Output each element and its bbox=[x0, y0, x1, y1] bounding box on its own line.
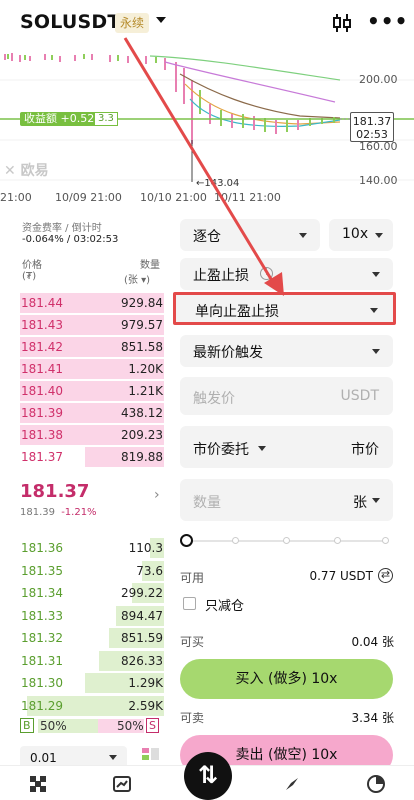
compass-icon[interactable] bbox=[282, 774, 302, 794]
bottom-nav: ⇅ bbox=[0, 752, 414, 800]
market-icon[interactable] bbox=[28, 774, 48, 794]
trade-icon[interactable]: ⇅ bbox=[184, 752, 232, 800]
annotation-arrow bbox=[123, 37, 284, 296]
chart-icon[interactable] bbox=[112, 774, 132, 794]
assets-icon[interactable] bbox=[366, 774, 386, 794]
